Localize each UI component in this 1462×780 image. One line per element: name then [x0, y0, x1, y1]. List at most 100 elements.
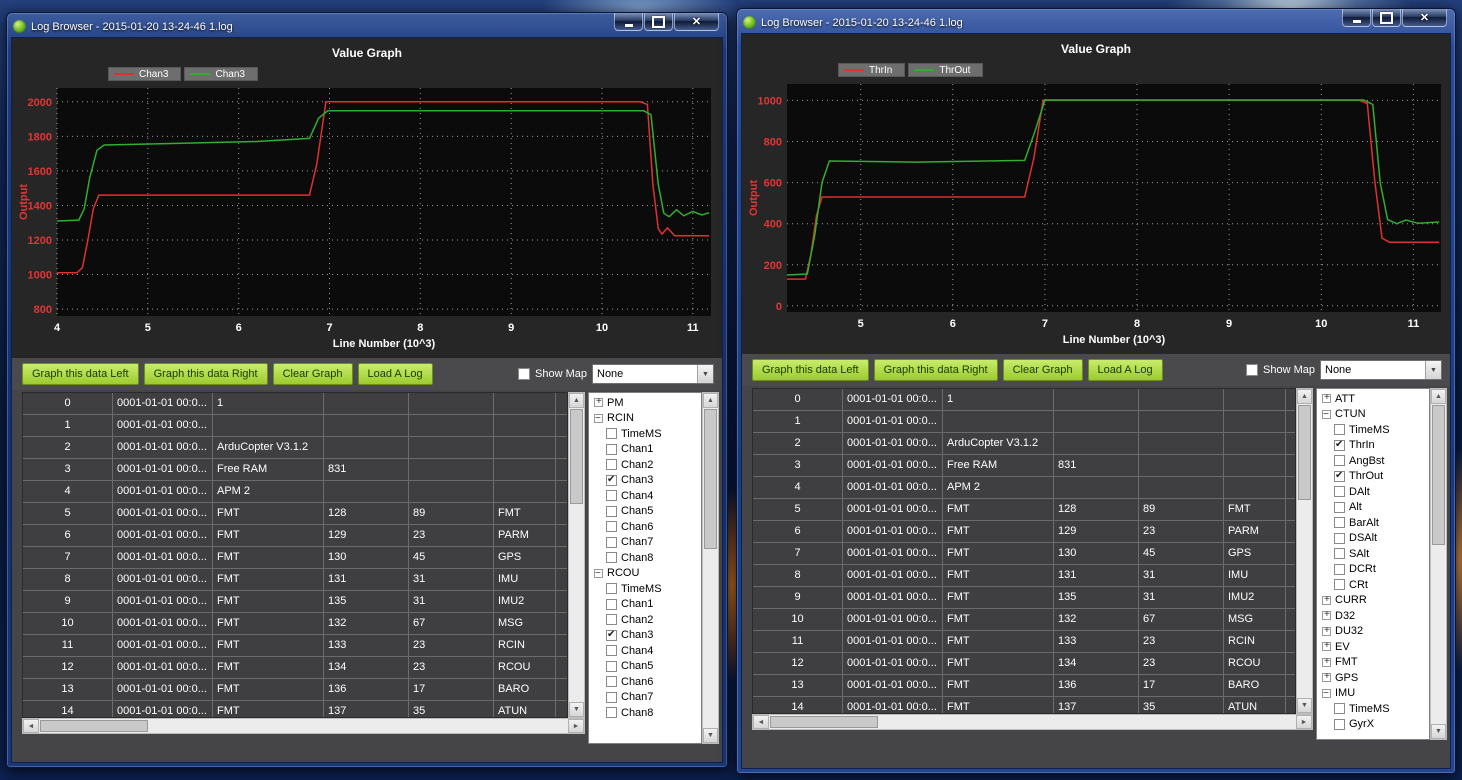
tree-item-label[interactable]: Chan4 — [621, 490, 653, 502]
log-table-body[interactable]: 0 0001-01-01 00:0... 1 1 0001-01-01 00:0... 2… — [22, 392, 568, 718]
dropdown-arrow-icon[interactable] — [1425, 361, 1441, 379]
table-row[interactable]: 11 0001-01-01 00:0... FMT 133 23 RCIN — [753, 631, 1295, 653]
checkbox-unchecked[interactable] — [1334, 486, 1345, 498]
load-log-button[interactable]: Load A Log — [1087, 359, 1163, 381]
table-horizontal-scrollbar[interactable] — [22, 718, 585, 734]
clear-graph-button[interactable]: Clear Graph — [272, 363, 353, 385]
tree-group-label[interactable]: D32 — [1335, 610, 1355, 622]
checkbox-unchecked[interactable] — [606, 707, 617, 719]
tree-item-label[interactable]: Chan8 — [621, 707, 653, 719]
scroll-down-button[interactable] — [569, 702, 584, 717]
table-row[interactable]: 1 0001-01-01 00:0... — [753, 411, 1295, 433]
checkbox-unchecked[interactable] — [1334, 703, 1345, 715]
table-row[interactable]: 3 0001-01-01 00:0... Free RAM 831 — [23, 459, 567, 481]
tree-vertical-scrollbar[interactable] — [1430, 388, 1447, 740]
scroll-up-button[interactable] — [703, 393, 718, 408]
checkbox-unchecked[interactable] — [606, 583, 617, 595]
tree-group-label[interactable]: GPS — [1335, 672, 1358, 684]
expand-toggle-icon[interactable] — [1322, 656, 1331, 667]
scrollbar-track[interactable] — [879, 715, 1296, 729]
table-row[interactable]: 5 0001-01-01 00:0... FMT 128 89 FMT — [23, 503, 567, 525]
expand-toggle-icon[interactable] — [1322, 671, 1331, 683]
tree-item-label[interactable]: Alt — [1349, 501, 1362, 513]
tree-item-label[interactable]: AngBst — [1349, 455, 1384, 467]
scrollbar-track[interactable] — [149, 719, 568, 733]
table-row[interactable]: 2 0001-01-01 00:0... ArduCopter V3.1.2 — [753, 433, 1295, 455]
value-graph-chart[interactable]: 5 6 7 8 9 10 11 0 200 400 600 800 1000 Line Number (1… — [745, 78, 1451, 348]
graph-right-button[interactable]: Graph this data Right — [873, 359, 998, 381]
tree-item-label[interactable]: Chan5 — [621, 505, 653, 517]
checkbox-unchecked[interactable] — [1334, 501, 1345, 513]
collapse-toggle-icon[interactable] — [594, 413, 603, 424]
expand-toggle-icon[interactable] — [594, 396, 603, 408]
graph-right-button[interactable]: Graph this data Right — [143, 363, 268, 385]
legend-entry[interactable]: Chan3 — [184, 67, 258, 81]
table-row[interactable]: 11 0001-01-01 00:0... FMT 133 23 RCIN — [23, 635, 567, 657]
tree-item-label[interactable]: TimeMS — [1349, 424, 1390, 436]
table-row[interactable]: 10 0001-01-01 00:0... FMT 132 67 MSG — [23, 613, 567, 635]
table-row[interactable]: 14 0001-01-01 00:0... FMT 137 35 ATUN — [753, 697, 1295, 713]
legend-entry[interactable]: ThrIn — [838, 63, 906, 77]
tree-group-label[interactable]: RCOU — [607, 567, 639, 579]
expand-toggle-icon[interactable] — [1322, 625, 1331, 636]
collapse-toggle-icon[interactable] — [594, 568, 603, 579]
tree-item-label[interactable]: Chan3 — [621, 474, 653, 486]
table-row[interactable]: 13 0001-01-01 00:0... FMT 136 17 BARO — [753, 675, 1295, 697]
show-map-checkbox[interactable] — [518, 368, 531, 380]
log-table-body[interactable]: 0 0001-01-01 00:0... 1 1 0001-01-01 00:0... 2… — [752, 388, 1296, 714]
tree-item-label[interactable]: Chan6 — [621, 676, 653, 688]
close-button[interactable] — [674, 13, 719, 31]
checkbox-unchecked[interactable] — [606, 691, 617, 703]
expand-toggle-icon[interactable] — [1322, 392, 1331, 404]
tree-group-label[interactable]: CURR — [1335, 594, 1367, 606]
table-row[interactable]: 12 0001-01-01 00:0... FMT 134 23 RCOU — [753, 653, 1295, 675]
checkbox-unchecked[interactable] — [606, 428, 617, 440]
checkbox-unchecked[interactable] — [606, 443, 617, 455]
scroll-up-button[interactable] — [1431, 389, 1446, 404]
tree-item-label[interactable]: Chan3 — [621, 629, 653, 641]
checkbox-unchecked[interactable] — [1334, 579, 1345, 591]
tree-item-label[interactable]: DAlt — [1349, 486, 1370, 498]
checkbox-unchecked[interactable] — [606, 598, 617, 610]
checkbox-unchecked[interactable] — [606, 614, 617, 626]
tree-item-label[interactable]: ThrOut — [1349, 470, 1383, 482]
expand-toggle-icon[interactable] — [1322, 594, 1331, 605]
table-row[interactable]: 1 0001-01-01 00:0... — [23, 415, 567, 437]
checkbox-unchecked[interactable] — [606, 676, 617, 688]
scroll-down-button[interactable] — [703, 728, 718, 743]
tree-group-label[interactable]: CTUN — [1335, 408, 1366, 420]
collapse-toggle-icon[interactable] — [1322, 688, 1331, 699]
table-row[interactable]: 5 0001-01-01 00:0... FMT 128 89 FMT — [753, 499, 1295, 521]
clear-graph-button[interactable]: Clear Graph — [1002, 359, 1083, 381]
table-row[interactable]: 9 0001-01-01 00:0... FMT 135 31 IMU2 — [753, 587, 1295, 609]
scrollbar-thumb[interactable] — [1432, 405, 1445, 545]
field-tree[interactable]: PM RCIN TimeMS Chan1 Chan2 Chan3 Chan4 Chan5 Cha… — [588, 392, 702, 744]
scrollbar-track[interactable] — [569, 505, 584, 702]
scroll-left-button[interactable] — [753, 715, 769, 729]
scrollbar-thumb[interactable] — [570, 409, 583, 504]
minimize-button[interactable] — [614, 13, 643, 31]
table-row[interactable]: 4 0001-01-01 00:0... APM 2 — [753, 477, 1295, 499]
value-graph-chart[interactable]: 4 5 6 7 8 9 10 11 800 1000 1200 1400 1600 1800 2000 Lin… — [15, 82, 723, 352]
table-vertical-scrollbar[interactable] — [1296, 388, 1313, 714]
scroll-right-button[interactable] — [1296, 715, 1312, 729]
table-row[interactable]: 7 0001-01-01 00:0... FMT 130 45 GPS — [753, 543, 1295, 565]
legend-entry[interactable]: Chan3 — [108, 67, 182, 81]
checkbox-unchecked[interactable] — [606, 552, 617, 564]
field-tree[interactable]: ATT CTUN TimeMS ThrIn AngBst ThrOut DAlt Alt Bar… — [1316, 388, 1430, 740]
map-source-dropdown[interactable]: None — [1320, 360, 1442, 380]
show-map-checkbox[interactable] — [1246, 364, 1259, 376]
load-log-button[interactable]: Load A Log — [357, 363, 433, 385]
tree-item-label[interactable]: ThrIn — [1349, 439, 1375, 451]
tree-vertical-scrollbar[interactable] — [702, 392, 719, 744]
titlebar[interactable]: Log Browser - 2015-01-20 13-24-46 1.log — [11, 13, 723, 37]
tree-group-label[interactable]: RCIN — [607, 412, 634, 424]
tree-item-label[interactable]: Chan1 — [621, 598, 653, 610]
maximize-button[interactable] — [1372, 9, 1401, 27]
scrollbar-track[interactable] — [1297, 501, 1312, 698]
scrollbar-thumb[interactable] — [40, 720, 148, 732]
table-horizontal-scrollbar[interactable] — [752, 714, 1313, 730]
table-row[interactable]: 3 0001-01-01 00:0... Free RAM 831 — [753, 455, 1295, 477]
checkbox-checked[interactable] — [1334, 470, 1345, 482]
checkbox-unchecked[interactable] — [1334, 424, 1345, 436]
